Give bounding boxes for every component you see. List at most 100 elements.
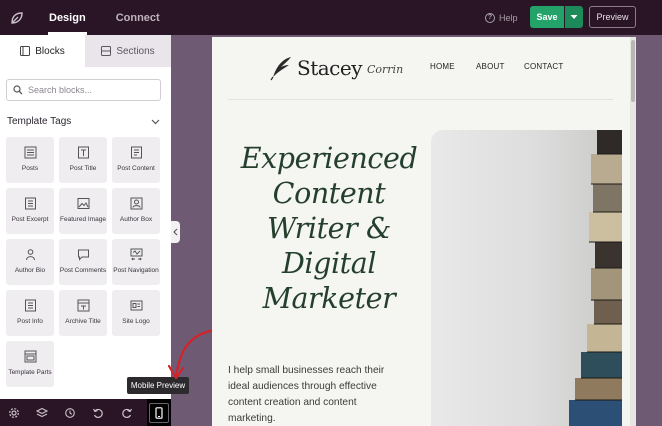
help-label: Help: [499, 12, 518, 23]
tab-sections[interactable]: Sections: [85, 35, 171, 67]
settings-icon: [9, 407, 19, 418]
nav-home[interactable]: HOME: [430, 62, 455, 71]
annotation-arrow-icon: [167, 328, 218, 380]
block-label: Post Info: [17, 318, 43, 325]
post-comments-icon: [77, 248, 90, 261]
header-divider: [228, 99, 613, 100]
tab-connect[interactable]: Connect: [101, 0, 175, 35]
block-archive-title[interactable]: Archive Title: [59, 290, 107, 336]
top-bar: Design Connect ? Help Save Preview: [0, 0, 662, 35]
tab-blocks[interactable]: Blocks: [0, 35, 85, 67]
hero-title-line: Content: [272, 177, 386, 210]
preview-button[interactable]: Preview: [589, 6, 636, 28]
save-button[interactable]: Save: [530, 6, 564, 28]
block-template-parts[interactable]: Template Parts: [6, 341, 54, 387]
tab-sections-label: Sections: [116, 45, 155, 57]
hero-title-line: Marketer: [262, 282, 396, 315]
logo-script: Corrin: [367, 62, 404, 76]
block-posts[interactable]: Posts: [6, 137, 54, 183]
hero-title-line: Experienced: [240, 142, 418, 175]
logo-name: Stacey: [297, 56, 363, 80]
block-post-comments[interactable]: Post Comments: [59, 239, 107, 285]
post-info-icon: [24, 299, 37, 312]
blocks-sidebar: Blocks Sections Template Tags Posts Post…: [0, 35, 171, 399]
history-icon: [65, 407, 76, 418]
block-label: Author Bio: [14, 267, 46, 274]
nav-about[interactable]: ABOUT: [476, 62, 505, 71]
hero-image-books[interactable]: [431, 130, 622, 426]
template-tags-header[interactable]: Template Tags: [7, 116, 160, 127]
search-blocks: [6, 79, 161, 101]
chevron-left-icon: [173, 228, 178, 236]
archive-title-icon: [77, 299, 90, 312]
hero-title-line: Digital: [281, 247, 377, 280]
help-link[interactable]: ? Help: [485, 0, 518, 35]
scrollbar-thumb[interactable]: [631, 40, 635, 102]
block-post-title[interactable]: Post Title: [59, 137, 107, 183]
quill-feather-icon: [270, 57, 291, 81]
block-post-content[interactable]: Post Content: [112, 137, 160, 183]
author-bio-icon: [24, 248, 37, 261]
block-post-excerpt[interactable]: Post Excerpt: [6, 188, 54, 234]
preview-scrollbar[interactable]: [630, 37, 636, 426]
featured-image-icon: [77, 197, 90, 210]
posts-icon: [24, 146, 37, 159]
block-post-navigation[interactable]: Post Navigation: [112, 239, 160, 285]
block-author-bio[interactable]: Author Bio: [6, 239, 54, 285]
undo-icon: [93, 408, 104, 418]
post-navigation-icon: [130, 248, 143, 261]
post-content-icon: [130, 146, 143, 159]
undo-button[interactable]: [84, 399, 112, 426]
block-label: Author Box: [119, 216, 153, 223]
page-preview[interactable]: Stacey Corrin HOME ABOUT CONTACT Experie…: [212, 37, 636, 426]
hero-title: Experienced Content Writer & Digital Mar…: [226, 141, 432, 316]
search-icon: [13, 85, 23, 95]
nav-contact[interactable]: CONTACT: [524, 62, 563, 71]
hero-text: I help small businesses reach their idea…: [228, 365, 385, 424]
post-title-icon: [77, 146, 90, 159]
tab-blocks-label: Blocks: [35, 45, 65, 57]
hero-title-line: Writer &: [267, 212, 391, 245]
sections-icon: [101, 46, 112, 56]
section-title: Template Tags: [7, 116, 72, 127]
mobile-preview-icon: [155, 406, 163, 419]
block-site-logo[interactable]: Site Logo: [112, 290, 160, 336]
books-stack-image: [569, 130, 622, 426]
site-logo[interactable]: Stacey Corrin: [269, 51, 403, 85]
redo-icon: [121, 408, 132, 418]
block-label: Site Logo: [122, 318, 150, 325]
block-author-box[interactable]: Author Box: [112, 188, 160, 234]
save-options-button[interactable]: [565, 6, 583, 28]
layers-icon: [36, 407, 49, 417]
collapse-sidebar-button[interactable]: [171, 221, 180, 243]
author-box-icon: [130, 197, 143, 210]
bottom-toolbar: [0, 399, 171, 426]
block-label: Posts: [21, 165, 39, 172]
chevron-down-icon: [151, 119, 160, 124]
mobile-preview-frame: [148, 402, 169, 423]
block-label: Post Content: [117, 165, 155, 172]
block-label: Post Title: [69, 165, 97, 172]
history-button[interactable]: [56, 399, 84, 426]
block-post-info[interactable]: Post Info: [6, 290, 54, 336]
block-label: Featured Image: [60, 216, 106, 223]
tab-design[interactable]: Design: [34, 0, 101, 35]
block-label: Template Parts: [8, 369, 52, 376]
blocks-icon: [20, 46, 31, 56]
caret-down-icon: [570, 15, 578, 19]
block-featured-image[interactable]: Featured Image: [59, 188, 107, 234]
search-input[interactable]: [28, 85, 148, 95]
help-icon: ?: [485, 12, 495, 23]
block-label: Post Excerpt: [11, 216, 49, 223]
redo-button[interactable]: [113, 399, 141, 426]
seedprod-logo-icon[interactable]: [0, 0, 34, 35]
block-label: Post Comments: [59, 267, 107, 274]
settings-button[interactable]: [0, 399, 28, 426]
mobile-preview-button[interactable]: [146, 399, 171, 426]
site-logo-icon: [130, 299, 143, 312]
sidebar-tabs: Blocks Sections: [0, 35, 171, 67]
layers-button[interactable]: [28, 399, 56, 426]
block-label: Post Navigation: [113, 267, 159, 274]
save-group: Save: [530, 6, 583, 28]
block-label: Archive Title: [65, 318, 101, 325]
